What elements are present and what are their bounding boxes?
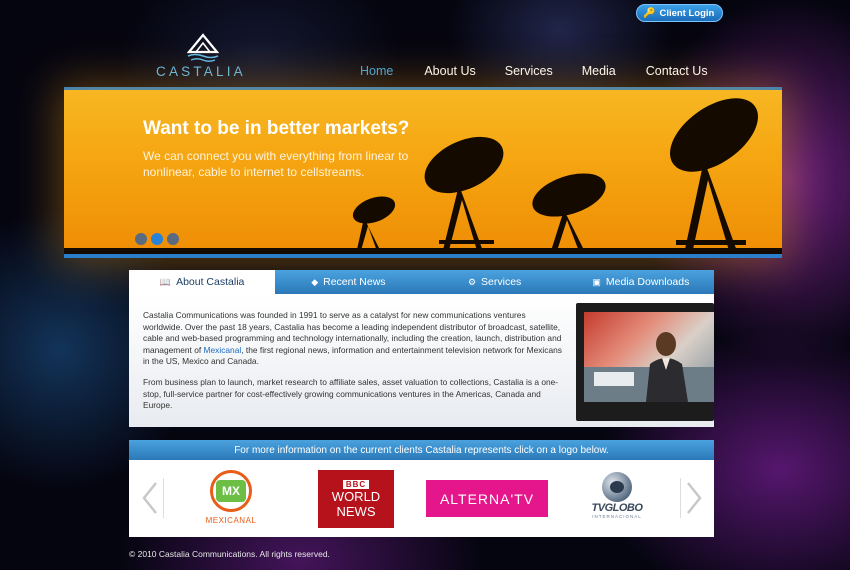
mexicanal-mark: MX — [216, 480, 246, 502]
carousel-prev-button[interactable] — [137, 478, 164, 518]
slide-dot-3[interactable] — [167, 233, 179, 245]
logo-text: CASTALIA — [156, 64, 246, 79]
client-logo-bbc-world-news[interactable]: BBC WORLD NEWS — [318, 470, 394, 528]
tab-recent-news[interactable]: ◆ Recent News — [275, 270, 421, 294]
monitor-icon: ▣ — [592, 276, 601, 287]
footer-copyright: © 2010 Castalia Communications. All righ… — [129, 549, 330, 559]
tab-label: About Castalia — [176, 276, 245, 288]
client-logo-tv-globo[interactable]: TVGLOBO INTERNACIONAL — [584, 472, 650, 524]
nav-home[interactable]: Home — [360, 64, 393, 78]
chevron-left-icon — [142, 482, 157, 514]
banner-border-bottom — [64, 254, 782, 258]
banner-headline: Want to be in better markets? — [143, 118, 410, 139]
book-icon: 📖 — [159, 276, 172, 287]
news-icon: ◆ — [311, 276, 319, 287]
tab-media-downloads[interactable]: ▣ Media Downloads — [568, 270, 714, 294]
tab-services[interactable]: ⚙ Services — [422, 270, 568, 294]
carousel-next-button[interactable] — [680, 478, 707, 518]
globo-text: TVGLOBO — [591, 502, 643, 514]
banner-subline: We can connect you with everything from … — [143, 149, 409, 179]
about-paragraph-1: Castalia Communications was founded in 1… — [143, 310, 563, 368]
slide-dot-1[interactable] — [135, 233, 147, 245]
globo-sphere-icon — [602, 472, 632, 502]
nav-services[interactable]: Services — [505, 64, 553, 78]
news-anchor-image — [584, 312, 714, 402]
globo-sub-text: INTERNACIONAL — [592, 514, 642, 519]
nav-media[interactable]: Media — [582, 64, 616, 78]
tab-about-castalia[interactable]: 📖 About Castalia — [129, 270, 276, 294]
chevron-right-icon — [687, 482, 702, 514]
client-login-button[interactable]: 🔑 Client Login — [636, 4, 724, 22]
client-logo-mexicanal[interactable]: MX MEXICANAL — [196, 470, 266, 530]
slide-dot-2[interactable] — [151, 233, 163, 245]
tab-label: Media Downloads — [605, 276, 690, 288]
mexicanal-link[interactable]: Mexicanal — [204, 345, 242, 355]
about-paragraph-2: From business plan to launch, market res… — [143, 377, 559, 410]
mexicanal-text: MEXICANAL — [205, 516, 257, 525]
tab-label: Services — [481, 276, 522, 288]
tab-label: Recent News — [323, 276, 386, 288]
gear-icon: ⚙ — [467, 276, 477, 287]
bbc-text: BBC — [342, 479, 370, 489]
slider-dots — [135, 233, 179, 245]
anchor-figure — [584, 332, 714, 402]
mexicanal-circle: MX — [210, 470, 252, 512]
nav-about-us[interactable]: About Us — [424, 64, 475, 78]
main-nav: Home About Us Services Media Contact Us — [360, 64, 708, 78]
nav-contact-us[interactable]: Contact Us — [646, 64, 708, 78]
key-icon: 🔑 — [643, 7, 656, 19]
client-logo-alterna-tv[interactable]: ALTERNA'TV — [426, 480, 548, 517]
client-login-label: Client Login — [659, 7, 715, 19]
bbc-news-text: NEWS — [336, 503, 376, 519]
castalia-logo-icon[interactable] — [186, 32, 220, 62]
info-tabs: 📖 About Castalia ◆ Recent News ⚙ Service… — [129, 270, 714, 294]
clients-heading: For more information on the current clie… — [129, 440, 714, 460]
bbc-world-text: WORLD — [331, 488, 381, 504]
